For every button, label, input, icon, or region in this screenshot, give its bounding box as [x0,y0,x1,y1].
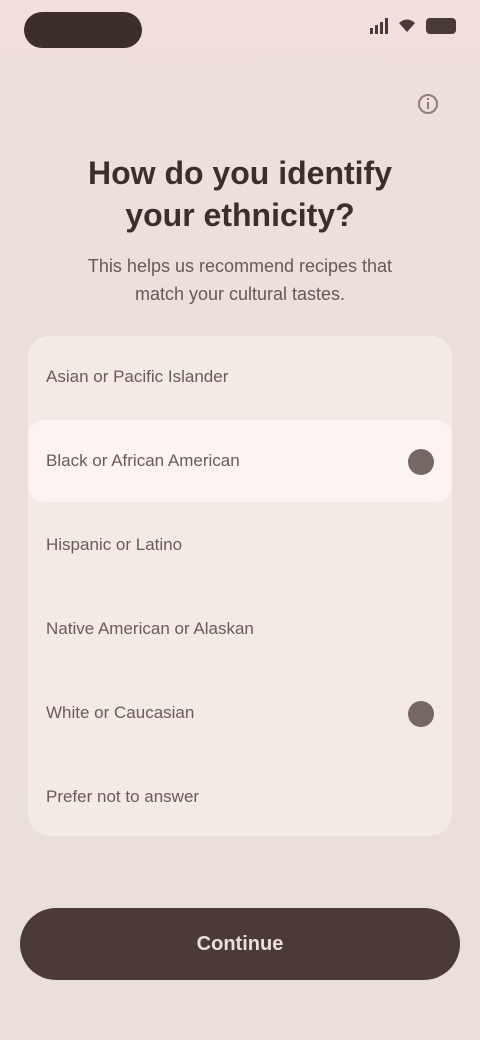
ethnicity-options-list: Asian or Pacific Islander Black or Afric… [28,336,452,836]
option-hispanic-latino[interactable]: Hispanic or Latino [28,504,452,586]
info-icon [418,94,438,114]
option-prefer-not-to-answer[interactable]: Prefer not to answer [28,756,452,838]
status-time-pill [24,12,142,48]
info-button[interactable] [408,88,448,120]
signal-icon [370,18,388,34]
status-bar [24,12,456,48]
option-native-american-alaskan[interactable]: Native American or Alaskan [28,588,452,670]
page-subtitle: This helps us recommend recipes that mat… [87,256,393,304]
status-icons [370,18,456,34]
continue-button[interactable]: Continue [20,908,460,980]
option-black-african-american[interactable]: Black or African American [28,420,452,502]
option-label: Native American or Alaskan [46,619,254,638]
option-asian-pacific-islander[interactable]: Asian or Pacific Islander [28,336,452,418]
radio-indicator[interactable] [408,701,434,727]
option-label: White or Caucasian [46,703,195,722]
wifi-icon [399,19,415,32]
option-label: Hispanic or Latino [46,535,183,554]
option-label: Asian or Pacific Islander [46,367,229,386]
option-label: Black or African American [46,451,240,470]
page-title: How do you identify your ethnicity? [88,155,392,233]
option-white-caucasian[interactable]: White or Caucasian [28,672,452,754]
option-label: Prefer not to answer [46,787,200,806]
radio-selected-indicator[interactable] [408,449,434,475]
battery-icon [426,18,456,34]
